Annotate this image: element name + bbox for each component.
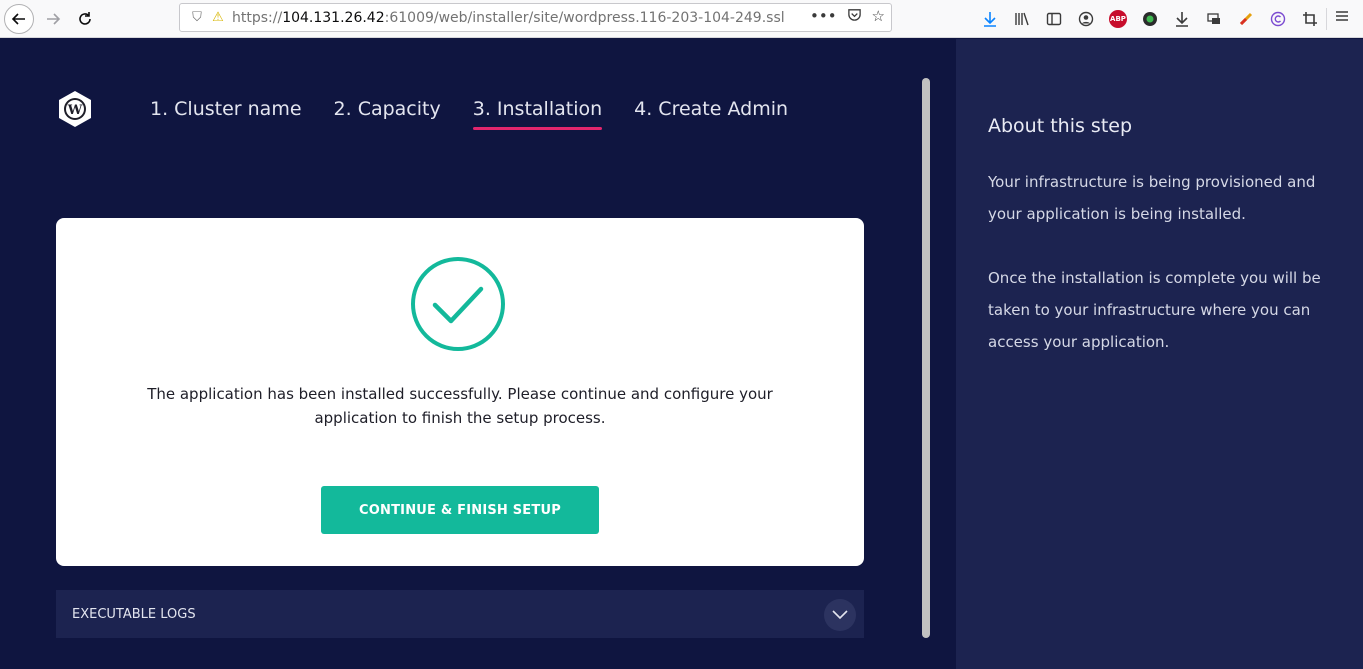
success-message: The application has been installed succe… bbox=[56, 382, 864, 430]
library-icon[interactable] bbox=[1006, 8, 1038, 30]
browser-toolbar: ⛉ ⚠ https://104.131.26.42:61009/web/inst… bbox=[0, 0, 1363, 38]
back-arrow-icon bbox=[11, 13, 25, 25]
wordpress-logo: W bbox=[57, 90, 93, 128]
logs-expand-button[interactable] bbox=[824, 599, 856, 631]
page-actions-icon[interactable]: ••• bbox=[810, 7, 837, 26]
adblock-badge: ABP bbox=[1109, 10, 1127, 28]
adblock-icon[interactable]: ABP bbox=[1102, 8, 1134, 30]
step-installation[interactable]: 3. Installation bbox=[472, 98, 603, 130]
bookmark-star-icon[interactable]: ☆ bbox=[872, 7, 885, 26]
download-icon[interactable] bbox=[974, 8, 1006, 30]
success-message-line1: The application has been installed succe… bbox=[147, 385, 773, 403]
sidebar-icon[interactable] bbox=[1038, 8, 1070, 30]
about-step-paragraph-2: Once the installation is complete you wi… bbox=[988, 269, 1321, 351]
wordpress-icon: W bbox=[59, 91, 91, 127]
url-actions: ••• ☆ bbox=[810, 7, 885, 26]
c-icon[interactable] bbox=[1262, 8, 1294, 30]
step-create-admin[interactable]: 4. Create Admin bbox=[634, 98, 788, 129]
screenshot-icon[interactable] bbox=[1198, 8, 1230, 30]
download-arrow-icon[interactable] bbox=[1166, 8, 1198, 30]
continue-finish-setup-button[interactable]: CONTINUE & FINISH SETUP bbox=[321, 486, 599, 534]
success-check-icon bbox=[411, 257, 505, 351]
url-text[interactable]: https://104.131.26.42:61009/web/installe… bbox=[232, 10, 792, 26]
step-cluster-name[interactable]: 1. Cluster name bbox=[150, 98, 302, 129]
link-icon[interactable] bbox=[1230, 8, 1262, 30]
back-button[interactable] bbox=[4, 4, 34, 34]
url-path: :61009/web/installer/site/wordpress.116-… bbox=[384, 9, 785, 26]
forward-button[interactable] bbox=[38, 4, 68, 34]
url-host: 104.131.26.42 bbox=[282, 9, 385, 26]
about-step-title: About this step bbox=[988, 115, 1133, 137]
chevron-down-icon bbox=[832, 610, 848, 620]
account-icon[interactable] bbox=[1070, 8, 1102, 30]
toolbar-separator bbox=[1326, 8, 1327, 30]
svg-text:W: W bbox=[67, 103, 83, 118]
about-step-paragraph-1: Your infrastructure is being provisioned… bbox=[988, 173, 1316, 223]
crop-icon[interactable] bbox=[1294, 8, 1326, 30]
step-capacity[interactable]: 2. Capacity bbox=[334, 98, 441, 129]
reload-icon bbox=[79, 12, 91, 25]
tracking-shield-icon[interactable]: ⛉ bbox=[186, 10, 208, 25]
menu-icon[interactable] bbox=[1334, 8, 1350, 28]
url-bar[interactable]: ⛉ ⚠ https://104.131.26.42:61009/web/inst… bbox=[179, 3, 892, 32]
forward-arrow-icon bbox=[47, 13, 61, 25]
extension-icon[interactable] bbox=[1134, 8, 1166, 30]
insecure-warning-icon[interactable]: ⚠ bbox=[208, 10, 228, 25]
installer-steps: 1. Cluster name 2. Capacity 3. Installat… bbox=[150, 98, 820, 130]
executable-logs-panel[interactable]: EXECUTABLE LOGS bbox=[56, 590, 864, 638]
toolbar-icons: ABP bbox=[974, 8, 1326, 30]
success-message-line2: application to finish the setup process. bbox=[314, 409, 606, 427]
install-success-card: The application has been installed succe… bbox=[56, 218, 864, 566]
pocket-icon[interactable] bbox=[847, 7, 862, 26]
url-prefix: https:// bbox=[232, 9, 283, 26]
executable-logs-label: EXECUTABLE LOGS bbox=[72, 606, 196, 622]
reload-button[interactable] bbox=[70, 4, 100, 34]
scrollbar-thumb[interactable] bbox=[922, 78, 930, 638]
